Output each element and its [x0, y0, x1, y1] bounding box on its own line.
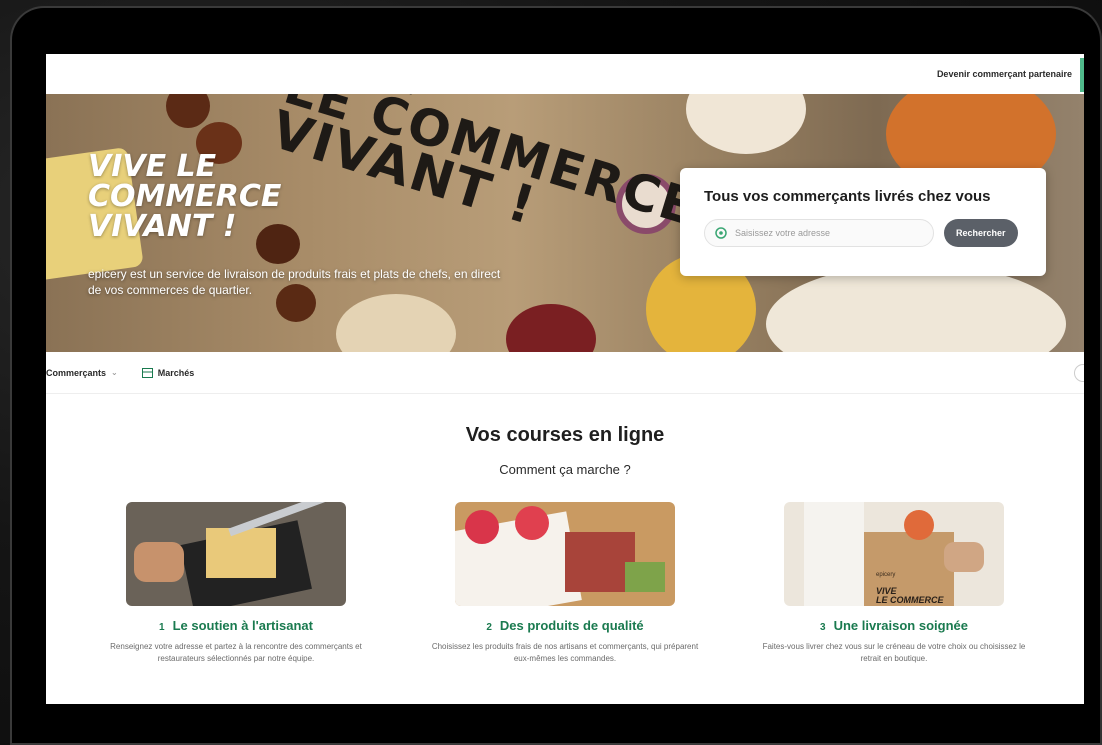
how-it-works-section: Vos courses en ligne Comment ça marche ?… [46, 394, 1084, 704]
market-icon [141, 367, 153, 378]
step-number: 2 [486, 622, 492, 633]
pomegranate-image [506, 304, 596, 352]
nav-commercants[interactable]: Commerçants ⌄ [46, 368, 118, 378]
hero-title: VIVE LE COMMERCE VIVANT ! [88, 149, 282, 244]
step-card: epicery VIVE LE COMMERCE 3 Une livraison … [744, 502, 1044, 665]
tablet-frame: Devenir commerçant partenaire VIVE LE CO… [10, 6, 1102, 745]
step-number: 3 [820, 622, 826, 633]
browser-screen: Devenir commerçant partenaire VIVE LE CO… [46, 54, 1084, 704]
chevron-down-icon: ⌄ [111, 368, 118, 377]
address-placeholder: Saisissez votre adresse [735, 228, 831, 238]
step-card: 2 Des produits de qualité Choisissez les … [415, 502, 715, 665]
chestnut-image [166, 94, 210, 128]
bread-image [336, 294, 456, 352]
cheese-cutting-image [126, 502, 346, 606]
hero-banner: VIVE LE COMMERCE VIVANT ! VIVE LE COMMER… [46, 94, 1084, 352]
address-input[interactable]: Saisissez votre adresse [704, 219, 934, 247]
category-nav: Commerçants ⌄ Marchés [46, 352, 1084, 394]
search-title: Tous vos commerçants livrés chez vous [704, 188, 991, 205]
search-icon[interactable] [1074, 364, 1084, 382]
location-pin-icon [715, 227, 727, 239]
bag-print: VIVE LE COMMERCE VIVANT ! [264, 94, 704, 238]
section-title: Vos courses en ligne [465, 424, 665, 446]
hero-subtitle: epicery est un service de livraison de p… [88, 267, 501, 297]
step-card: 1 Le soutien à l'artisanat Renseignez vot… [86, 502, 386, 665]
search-button[interactable]: Rechercher [944, 219, 1018, 247]
step-title: 2 Des produits de qualité [486, 618, 644, 633]
top-bar: Devenir commerçant partenaire [46, 54, 1084, 94]
step-text: Renseignez votre adresse et partez à la … [110, 642, 362, 663]
partner-edge [1080, 58, 1084, 92]
bag-print-2: LE COMMERCE [876, 595, 944, 605]
delivery-bag-image: epicery VIVE LE COMMERCE [784, 502, 1004, 606]
search-row: Saisissez votre adresse Rechercher [704, 219, 1026, 247]
section-subtitle: Comment ça marche ? [499, 462, 631, 477]
nav-marches-label: Marchés [157, 367, 195, 378]
step-number: 1 [159, 622, 165, 633]
step-title: 1 Le soutien à l'artisanat [159, 618, 313, 633]
nav-marches[interactable]: Marchés [141, 367, 195, 378]
pumpkin-image [766, 264, 1066, 352]
products-image [455, 502, 675, 606]
step-text: Faites-vous livrer chez vous sur le crén… [762, 642, 1026, 663]
bag-brand: epicery [876, 572, 896, 578]
partner-link[interactable]: Devenir commerçant partenaire [937, 69, 1072, 79]
search-card: Tous vos commerçants livrés chez vous Sa… [680, 168, 1046, 276]
nav-commercants-label: Commerçants [46, 367, 107, 378]
step-title: 3 Une livraison soignée [820, 618, 968, 633]
squash-image [686, 94, 806, 154]
step-text: Choisissez les produits frais de nos art… [431, 642, 699, 663]
